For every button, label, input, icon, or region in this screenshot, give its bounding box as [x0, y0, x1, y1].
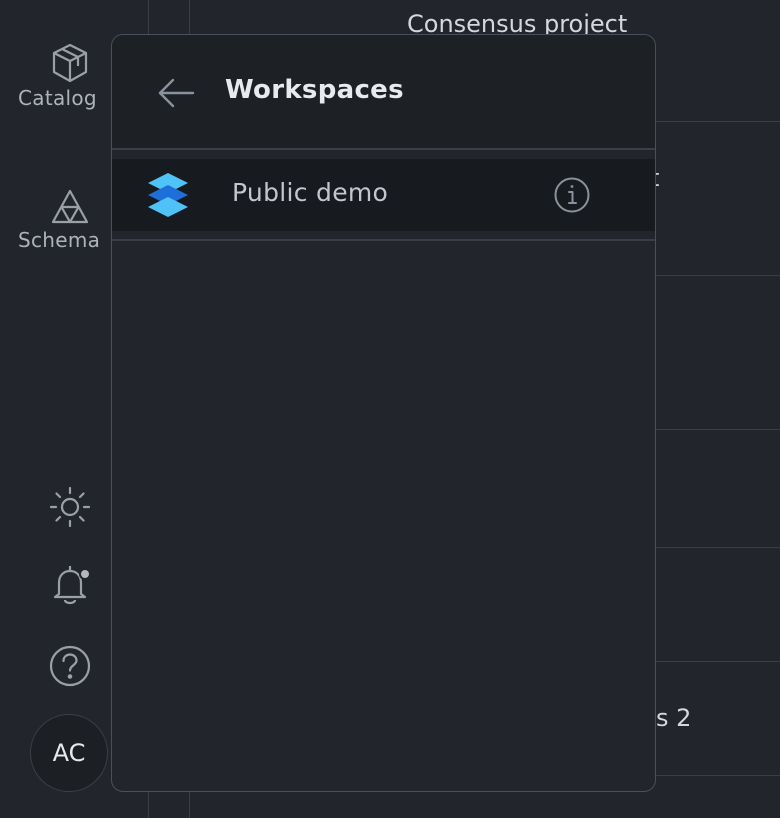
workspace-name: Public demo: [232, 178, 389, 207]
workspace-item-public-demo[interactable]: Public demo: [112, 159, 655, 231]
catalog-icon: [52, 43, 88, 83]
list-item[interactable]: s 2: [656, 704, 691, 732]
avatar[interactable]: AC: [30, 714, 108, 792]
avatar-initials: AC: [52, 739, 86, 767]
panel-header: Workspaces: [112, 35, 655, 150]
sun-icon[interactable]: [48, 485, 92, 529]
row-divider: [112, 239, 655, 241]
schema-icon: [51, 189, 89, 224]
workspaces-panel: Workspaces Public demo: [111, 34, 656, 792]
info-icon[interactable]: [553, 176, 591, 214]
bell-icon[interactable]: [48, 562, 94, 608]
layers-logo-icon: [148, 173, 188, 217]
back-arrow-icon[interactable]: [156, 75, 196, 111]
panel-title: Workspaces: [225, 75, 404, 105]
help-icon[interactable]: [48, 644, 92, 688]
